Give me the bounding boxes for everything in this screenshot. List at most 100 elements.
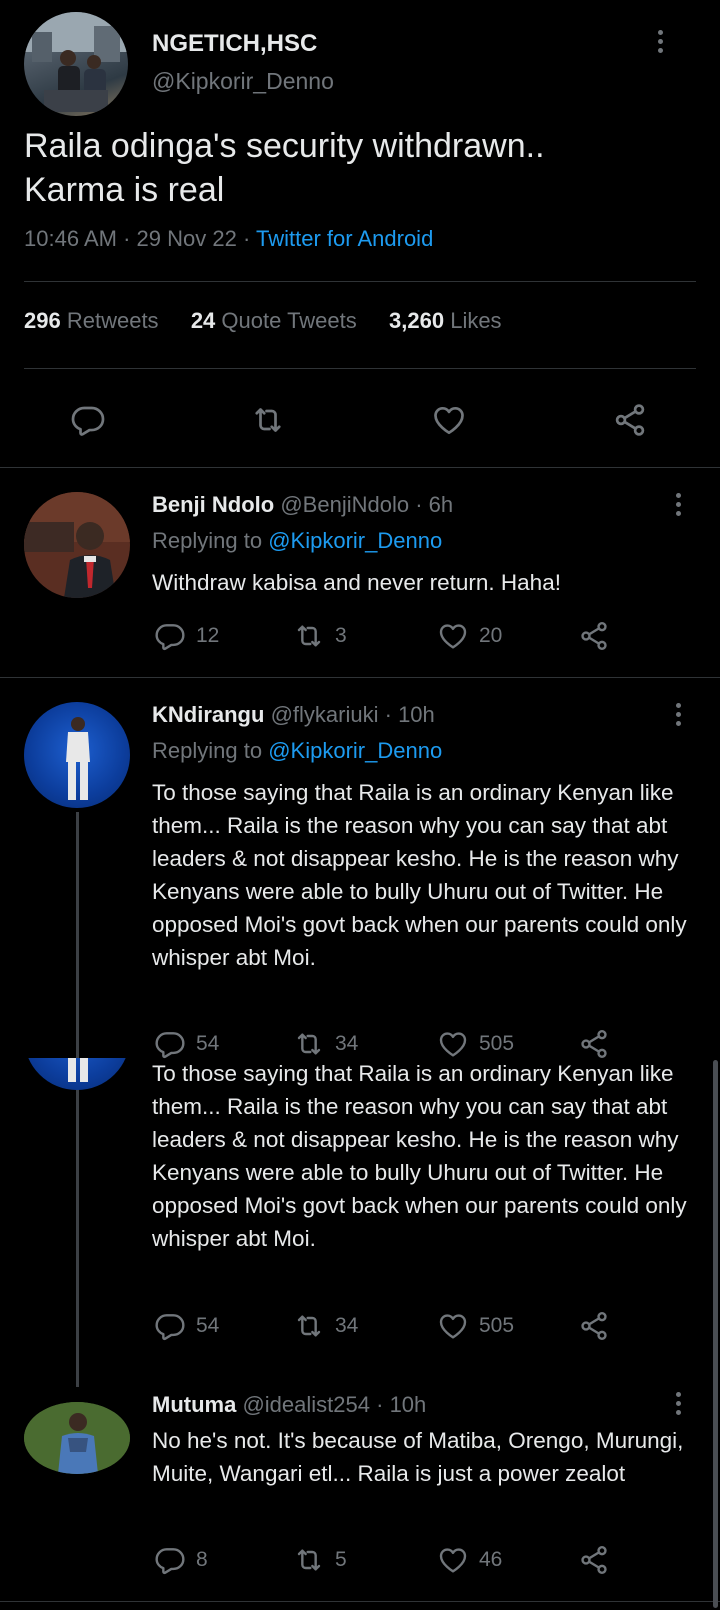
share-action[interactable]: [578, 1544, 610, 1576]
reply-author-name[interactable]: Mutuma: [152, 1392, 236, 1417]
retweets-label: Retweets: [66, 308, 159, 333]
retweet-action[interactable]: 3: [293, 620, 347, 652]
divider: [24, 368, 696, 369]
reply-avatar[interactable]: [24, 1402, 130, 1474]
more-options-icon[interactable]: [676, 703, 684, 730]
reply-avatar-image: [24, 492, 130, 598]
share-action[interactable]: [578, 620, 610, 652]
reply-count: 12: [196, 624, 220, 647]
like-count: 505: [479, 1314, 515, 1337]
reply-action[interactable]: 8: [154, 1544, 208, 1576]
like-count: 20: [479, 624, 503, 647]
retweet-action[interactable]: 34: [293, 1028, 358, 1060]
retweet-icon: [293, 1028, 325, 1060]
reply-time-separator: ·: [384, 702, 399, 727]
author-avatar-image: [24, 12, 128, 112]
reply-author-handle[interactable]: @idealist254: [242, 1392, 370, 1417]
divider: [0, 677, 720, 678]
reply-text: Withdraw kabisa and never return. Haha!: [152, 570, 561, 595]
meta-separator: ·: [242, 226, 256, 251]
retweet-icon[interactable]: [250, 402, 286, 443]
retweet-icon: [293, 1310, 325, 1342]
replying-to: Replying to @Kipkorir_Denno: [152, 528, 442, 554]
likes-count: 3,260: [389, 308, 445, 333]
reply-author-handle[interactable]: @flykariuki: [271, 702, 379, 727]
replying-to-link[interactable]: @Kipkorir_Denno: [268, 738, 442, 763]
more-options-icon[interactable]: [676, 1392, 684, 1419]
share-icon[interactable]: [612, 402, 648, 443]
reply-time: 10h: [398, 702, 435, 727]
tweet-time: 10:46 AM: [24, 226, 117, 251]
tweet-stats: 296 Retweets 24 Quote Tweets 3,260 Likes: [24, 308, 502, 334]
reply-author-name[interactable]: Benji Ndolo: [152, 492, 274, 517]
replying-to-link[interactable]: @Kipkorir_Denno: [268, 528, 442, 553]
retweet-icon: [293, 1544, 325, 1576]
retweet-count: 34: [335, 1032, 359, 1055]
reply-avatar-image: [24, 1402, 130, 1474]
reply-header: KNdirangu @flykariuki · 10h: [152, 702, 435, 728]
replying-to: Replying to @Kipkorir_Denno: [152, 738, 442, 764]
retweets-count: 296: [24, 308, 61, 333]
reply-avatar-image: [66, 717, 90, 800]
reply-action[interactable]: 54: [154, 1310, 219, 1342]
author-name[interactable]: NGETICH,HSC: [152, 30, 317, 58]
divider: [0, 467, 720, 468]
tweet-source-link[interactable]: Twitter for Android: [256, 226, 433, 251]
like-action[interactable]: 505: [437, 1310, 514, 1342]
meta-separator: ·: [123, 226, 137, 251]
retweet-count: 3: [335, 624, 347, 647]
reply-text: To those saying that Raila is an ordinar…: [152, 780, 687, 970]
replying-to-label: Replying to: [152, 738, 263, 763]
more-options-icon[interactable]: [676, 493, 684, 520]
reply-icon[interactable]: [70, 402, 106, 443]
reply-time: 6h: [428, 492, 454, 517]
reply-header: Benji Ndolo @BenjiNdolo · 6h: [152, 492, 453, 518]
like-icon[interactable]: [431, 402, 467, 443]
reply-icon: [154, 620, 186, 652]
divider: [0, 1601, 720, 1602]
reply-avatar-fragment: [24, 1058, 130, 1090]
reply-avatar[interactable]: [24, 702, 130, 808]
reply-avatar[interactable]: [24, 492, 130, 598]
reply-author-handle[interactable]: @BenjiNdolo: [280, 492, 409, 517]
author-avatar[interactable]: [24, 12, 128, 116]
reply-icon: [154, 1310, 186, 1342]
retweet-count: 34: [335, 1314, 359, 1337]
tweet-meta: 10:46 AM · 29 Nov 22 · Twitter for Andro…: [24, 226, 433, 252]
tweet-date: 29 Nov 22: [136, 226, 237, 251]
tweet-text-line-2: Karma is real: [24, 171, 225, 209]
reply-count: 54: [196, 1314, 220, 1337]
more-options-icon[interactable]: [658, 30, 666, 57]
author-handle[interactable]: @Kipkorir_Denno: [152, 68, 334, 95]
reply-time: 10h: [389, 1392, 427, 1417]
reply-action[interactable]: 12: [154, 620, 219, 652]
reply-icon: [154, 1028, 186, 1060]
retweet-action[interactable]: 34: [293, 1310, 358, 1342]
quotes-count: 24: [190, 308, 216, 333]
share-action[interactable]: [578, 1310, 610, 1342]
reply-text-duplicate: To those saying that Raila is an ordinar…: [152, 1061, 687, 1251]
like-action[interactable]: 505: [437, 1028, 514, 1060]
reply-author-name[interactable]: KNdirangu: [152, 702, 264, 727]
share-action[interactable]: [578, 1028, 610, 1060]
reply-action[interactable]: 54: [154, 1028, 219, 1060]
retweet-icon: [293, 620, 325, 652]
reply-text: No he's not. It's because of Matiba, Ore…: [152, 1428, 684, 1486]
quotes-label: Quote Tweets: [221, 308, 357, 333]
quotes-stat[interactable]: 24 Quote Tweets: [191, 308, 357, 333]
retweets-stat[interactable]: 296 Retweets: [24, 308, 159, 333]
like-action[interactable]: 46: [437, 1544, 502, 1576]
tweet-text-line-1: Raila odinga's security withdrawn..: [24, 127, 545, 165]
retweet-action[interactable]: 5: [293, 1544, 347, 1576]
reply-header: Mutuma @idealist254 · 10h: [152, 1392, 426, 1418]
divider: [24, 281, 696, 282]
like-icon: [437, 1310, 469, 1342]
scrollbar-thumb[interactable]: [713, 1060, 718, 1608]
like-action[interactable]: 20: [437, 620, 502, 652]
likes-stat[interactable]: 3,260 Likes: [389, 308, 502, 333]
share-icon: [578, 1310, 610, 1342]
like-icon: [437, 1028, 469, 1060]
like-icon: [437, 620, 469, 652]
retweet-count: 5: [335, 1548, 347, 1571]
reply-icon: [154, 1544, 186, 1576]
